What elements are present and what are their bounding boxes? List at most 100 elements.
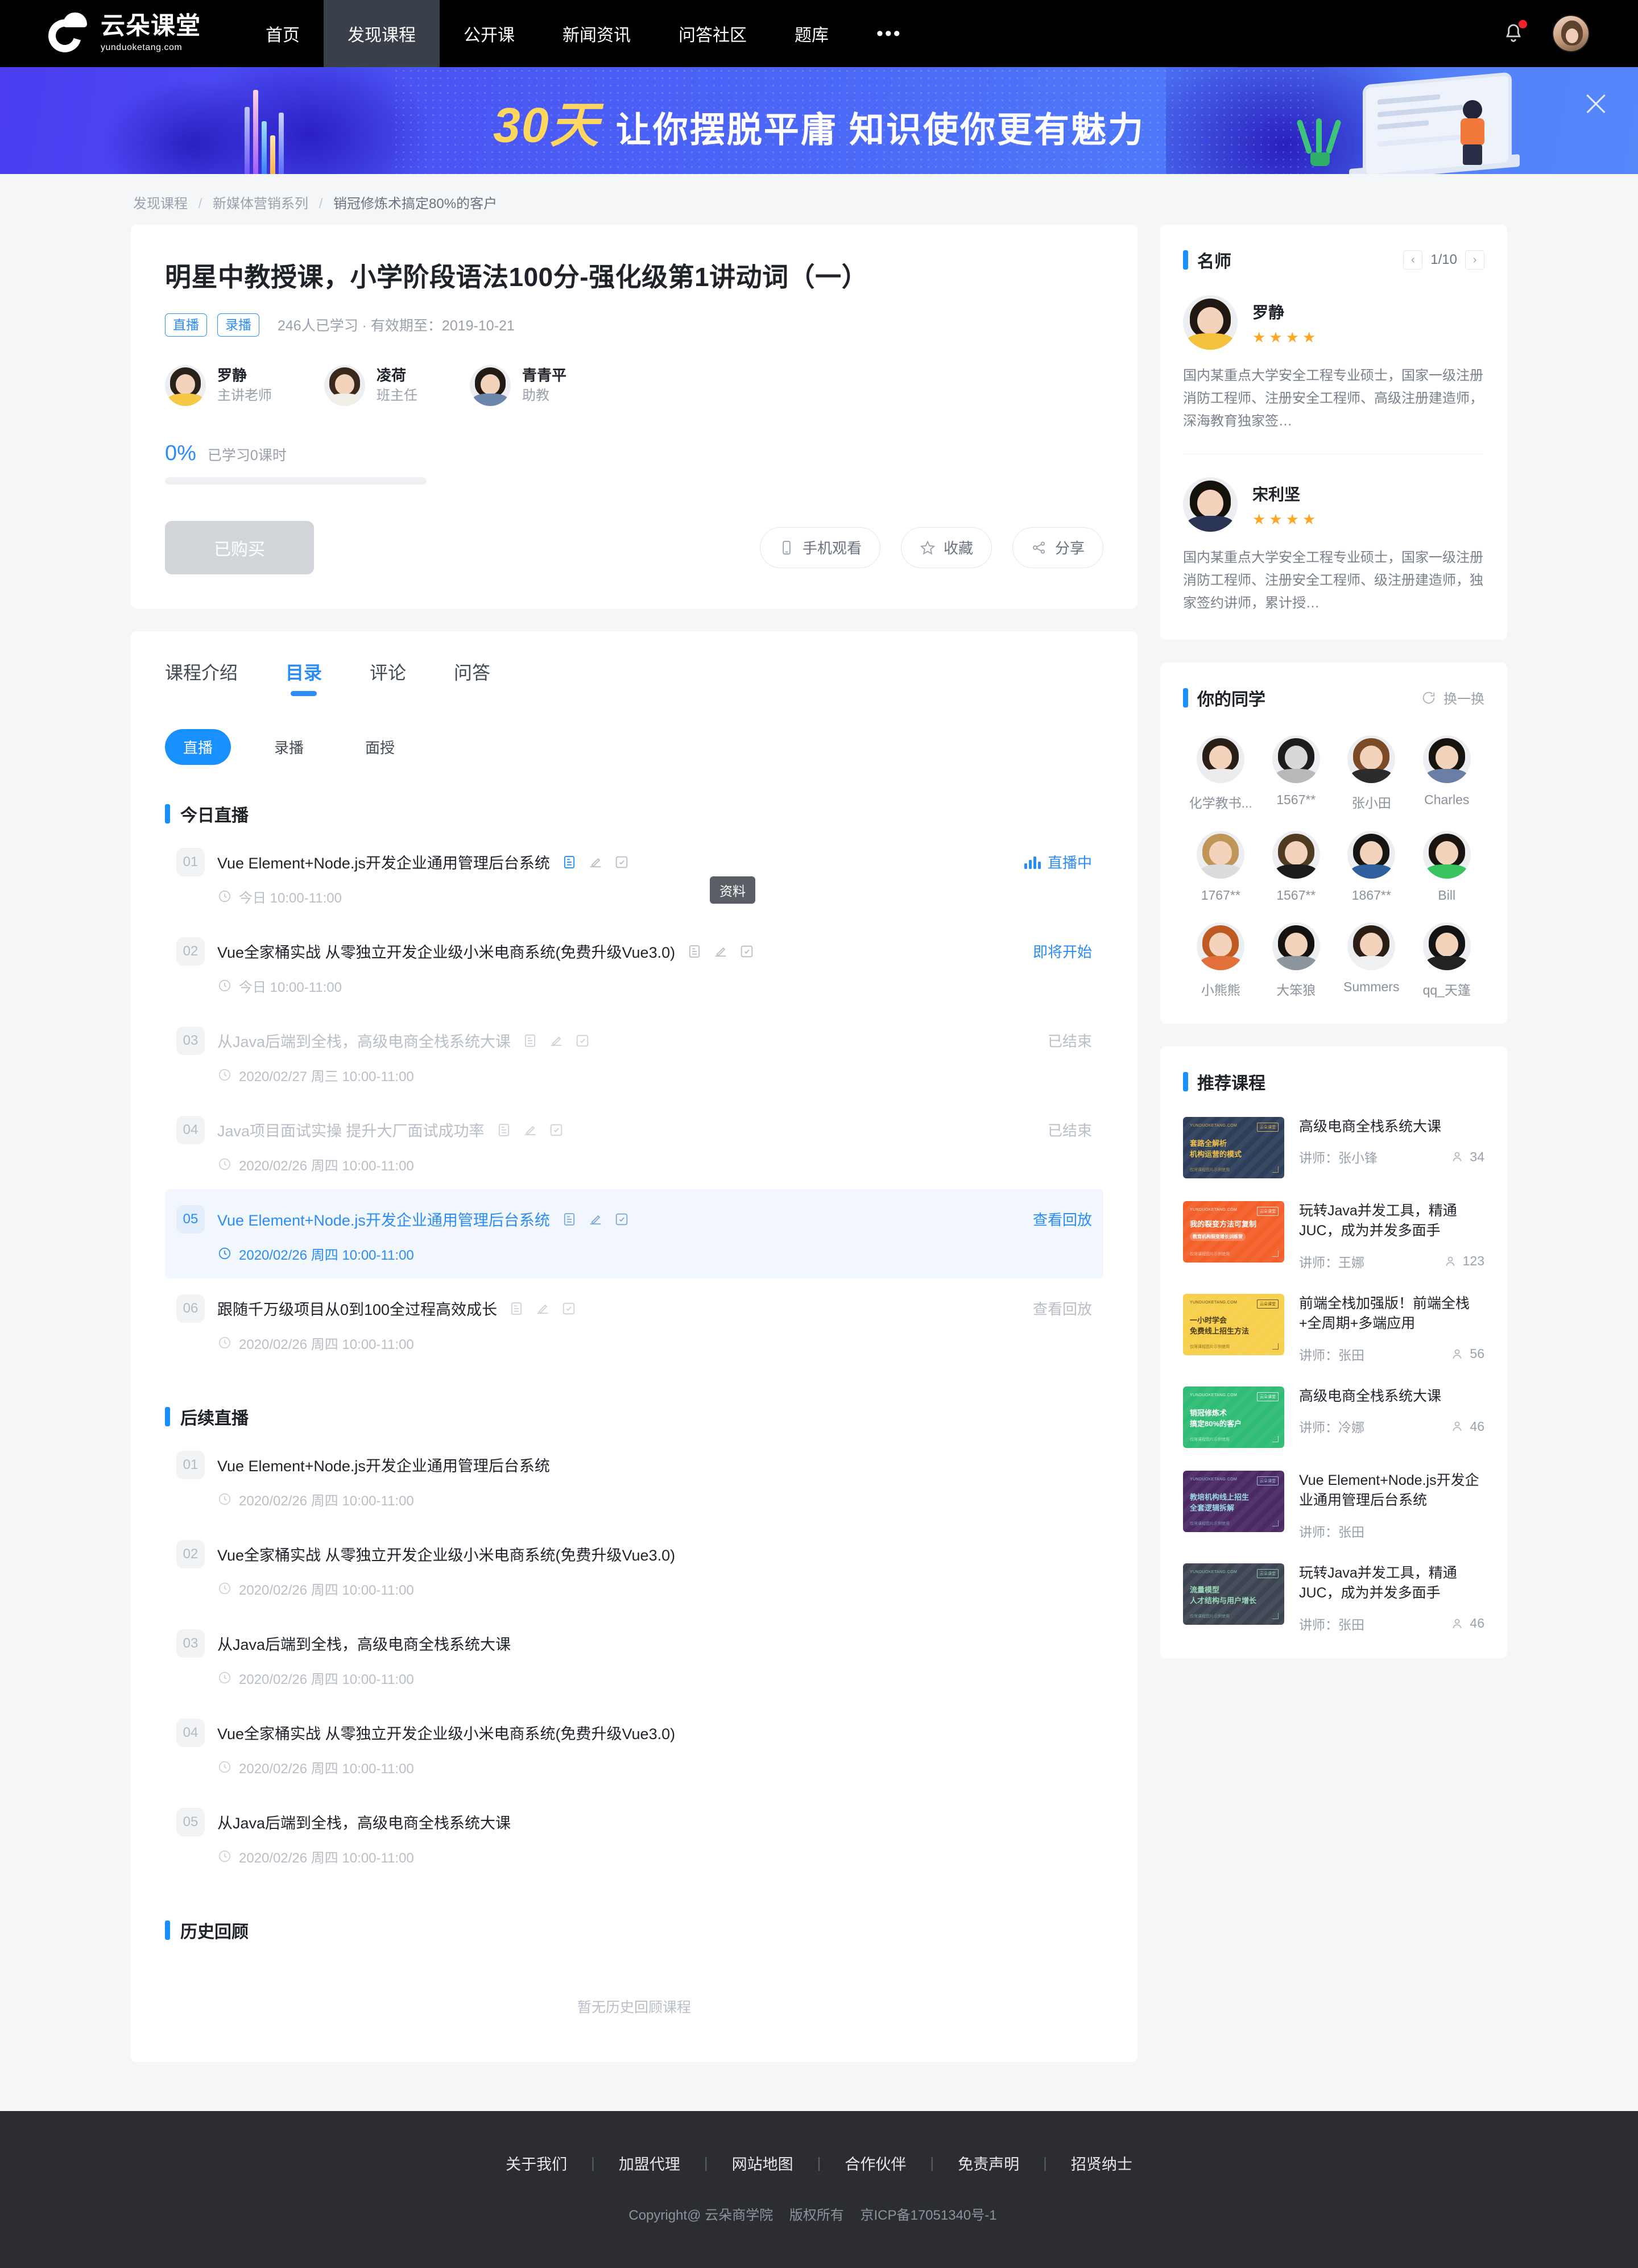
- list-item[interactable]: qq_天篷: [1409, 922, 1485, 999]
- nav-item-news[interactable]: 新闻资讯: [539, 0, 655, 67]
- material-icon[interactable]: [508, 1301, 524, 1317]
- tab-catalog[interactable]: 目录: [286, 659, 322, 697]
- user-avatar[interactable]: [1552, 15, 1590, 52]
- section-title: 今日直播: [180, 806, 249, 825]
- homework-icon[interactable]: [713, 943, 729, 959]
- lesson-row[interactable]: 03 从Java后端到全栈，高级电商全栈系统大课 已结束 2020/02/27 …: [165, 1011, 1103, 1100]
- list-item[interactable]: Summers: [1334, 922, 1409, 999]
- homework-icon[interactable]: [588, 1211, 603, 1227]
- lesson-row[interactable]: 05 Vue Element+Node.js开发企业通用管理后台系统 查看回放: [165, 1189, 1103, 1278]
- list-item[interactable]: 张小田: [1334, 735, 1409, 812]
- lesson-row[interactable]: 02 Vue全家桶实战 从零独立开发企业级小米电商系统(免费升级Vue3.0) …: [165, 1524, 1103, 1613]
- lesson-row[interactable]: 04 Vue全家桶实战 从零独立开发企业级小米电商系统(免费升级Vue3.0) …: [165, 1703, 1103, 1792]
- tab-course-intro[interactable]: 课程介绍: [165, 659, 238, 697]
- material-icon[interactable]: [561, 1211, 577, 1227]
- breadcrumb-item-2[interactable]: 新媒体营销系列: [213, 196, 308, 212]
- footer-link-careers[interactable]: 招贤纳士: [1047, 2152, 1156, 2174]
- tab-qa[interactable]: 问答: [454, 659, 490, 697]
- next-icon[interactable]: ›: [1465, 250, 1484, 270]
- footer-link-about[interactable]: 关于我们: [482, 2152, 591, 2174]
- master-item[interactable]: 罗静 ★ ★ ★ ★ 国内某重点大学安全工程专业硕士，国家一级注册消防工程师、注…: [1183, 295, 1484, 432]
- nav-item-home[interactable]: 首页: [242, 0, 324, 67]
- avatar: [1422, 735, 1471, 783]
- homework-icon[interactable]: [535, 1301, 551, 1317]
- material-icon[interactable]: [686, 943, 702, 959]
- exam-icon[interactable]: [561, 1301, 577, 1317]
- material-icon[interactable]: [522, 1033, 538, 1049]
- teacher-item[interactable]: 青青平 助教: [470, 365, 566, 406]
- recommended-item[interactable]: YUNDUOKETANG.COM 云朵课堂 销冠修炼术 搞定80%的客户 仅限课程…: [1183, 1386, 1484, 1448]
- lesson-status[interactable]: 即将开始: [1033, 941, 1092, 962]
- exam-icon[interactable]: [614, 1211, 630, 1227]
- favorite-button[interactable]: 收藏: [900, 527, 992, 568]
- lesson-status[interactable]: 查看回放: [1033, 1209, 1092, 1230]
- list-item[interactable]: 1867**: [1334, 830, 1409, 903]
- list-item[interactable]: 1567**: [1259, 735, 1334, 812]
- chip-live[interactable]: 直播: [165, 729, 231, 765]
- chip-offline[interactable]: 面授: [347, 729, 413, 765]
- homework-icon[interactable]: [548, 1033, 564, 1049]
- exam-icon[interactable]: [574, 1033, 590, 1049]
- mobile-watch-button[interactable]: 手机观看: [759, 527, 880, 568]
- lesson-row[interactable]: 01 Vue Element+Node.js开发企业通用管理后台系统 2020/…: [165, 1435, 1103, 1524]
- notification-bell-icon[interactable]: [1502, 20, 1527, 46]
- nav-item-discover-courses[interactable]: 发现课程: [324, 0, 440, 67]
- lesson-status[interactable]: 直播中: [1024, 851, 1092, 872]
- lesson-status[interactable]: 查看回放: [1033, 1298, 1092, 1319]
- lesson-row[interactable]: 05 从Java后端到全栈，高级电商全栈系统大课 2020/02/26 周四 1…: [165, 1792, 1103, 1881]
- recommended-item[interactable]: YUNDUOKETANG.COM 云朵课堂 我的裂变方法可复制 教育机构裂变增长训…: [1183, 1201, 1484, 1271]
- footer-link-sitemap[interactable]: 网站地图: [708, 2152, 817, 2174]
- prev-icon[interactable]: ‹: [1403, 250, 1423, 270]
- recommended-item[interactable]: YUNDUOKETANG.COM 云朵课堂 教培机构线上招生 全套逻辑拆解 仅限课…: [1183, 1470, 1484, 1541]
- list-item[interactable]: 大笨狼: [1259, 922, 1334, 999]
- purchased-button[interactable]: 已购买: [165, 520, 314, 574]
- recommended-course-title: 高级电商全栈系统大课: [1299, 1388, 1442, 1404]
- teacher-item[interactable]: 凌荷 班主任: [324, 365, 417, 406]
- nav-more-icon[interactable]: •••: [853, 0, 926, 67]
- lesson-row[interactable]: 04 Java项目面试实操 提升大厂面试成功率 已结束 2020/02/26 周…: [165, 1100, 1103, 1189]
- icp-text[interactable]: 京ICP备17051340号-1: [860, 2208, 996, 2223]
- material-icon[interactable]: [561, 854, 577, 870]
- footer-link-partners[interactable]: 合作伙伴: [821, 2152, 930, 2174]
- nav-item-open-class[interactable]: 公开课: [440, 0, 539, 67]
- recommended-item[interactable]: YUNDUOKETANG.COM 云朵课堂 流量模型 人才结构与用户增长 仅限课程…: [1183, 1563, 1484, 1633]
- share-button[interactable]: 分享: [1012, 527, 1103, 568]
- lesson-title: 从Java后端到全栈，高级电商全栈系统大课: [217, 1636, 511, 1654]
- exam-icon[interactable]: [614, 854, 630, 870]
- material-icon[interactable]: [496, 1122, 512, 1138]
- chip-recorded[interactable]: 录播: [256, 729, 322, 765]
- site-logo[interactable]: 云朵课堂 yunduoketang.com: [42, 11, 219, 59]
- lesson-row[interactable]: 03 从Java后端到全栈，高级电商全栈系统大课 2020/02/26 周四 1…: [165, 1613, 1103, 1703]
- list-item[interactable]: Charles: [1409, 735, 1485, 812]
- tab-comments[interactable]: 评论: [370, 659, 406, 697]
- lesson-row[interactable]: 06 跟随千万级项目从0到100全过程高效成长 查看回放 2020/02/26 …: [165, 1278, 1103, 1368]
- list-item[interactable]: 1567**: [1259, 830, 1334, 903]
- breadcrumb-item-1[interactable]: 发现课程: [133, 196, 188, 212]
- list-item[interactable]: Bill: [1409, 830, 1485, 903]
- recommended-item[interactable]: YUNDUOKETANG.COM 云朵课堂 套路全解析 机构运营的模式 仅限课程图…: [1183, 1116, 1484, 1178]
- footer-link-franchise[interactable]: 加盟代理: [595, 2152, 704, 2174]
- lesson-row[interactable]: 01 Vue Element+Node.js开发企业通用管理后台系统 直播中 今…: [165, 832, 1103, 921]
- promo-banner[interactable]: 30天 让你摆脱平庸 知识使你更有魅力: [0, 67, 1638, 174]
- star-icon: ★: [1302, 329, 1316, 346]
- lesson-row[interactable]: 02 Vue全家桶实战 从零独立开发企业级小米电商系统(免费升级Vue3.0) …: [165, 921, 1103, 1011]
- homework-icon[interactable]: [522, 1122, 538, 1138]
- list-item[interactable]: 小熊熊: [1183, 922, 1259, 999]
- section-header-upcoming-live: 后续直播: [165, 1404, 1103, 1429]
- teacher-item[interactable]: 罗静 主讲老师: [165, 365, 272, 406]
- footer-link-disclaimer[interactable]: 免责声明: [934, 2152, 1043, 2174]
- list-item[interactable]: 1767**: [1183, 830, 1259, 903]
- recommended-item[interactable]: YUNDUOKETANG.COM 云朵课堂 一小时学会 免费线上招生方法 仅限课程…: [1183, 1293, 1484, 1364]
- master-item[interactable]: 宋利坚 ★ ★ ★ ★ 国内某重点大学安全工程专业硕士，国家一级注册消防工程师、…: [1183, 477, 1484, 614]
- course-thumbnail: YUNDUOKETANG.COM 云朵课堂 销冠修炼术 搞定80%的客户 仅限课程…: [1183, 1386, 1284, 1448]
- homework-icon[interactable]: [588, 854, 603, 870]
- nav-item-question-bank[interactable]: 题库: [771, 0, 853, 67]
- refresh-classmates-button[interactable]: 换一换: [1421, 688, 1484, 707]
- nav-item-qa-community[interactable]: 问答社区: [655, 0, 771, 67]
- breadcrumb-separator: /: [198, 196, 202, 212]
- exam-icon[interactable]: [739, 943, 755, 959]
- people-icon: [1453, 1152, 1462, 1162]
- list-item[interactable]: 化学教书...: [1183, 735, 1259, 812]
- exam-icon[interactable]: [548, 1122, 564, 1138]
- close-icon[interactable]: [1583, 91, 1608, 116]
